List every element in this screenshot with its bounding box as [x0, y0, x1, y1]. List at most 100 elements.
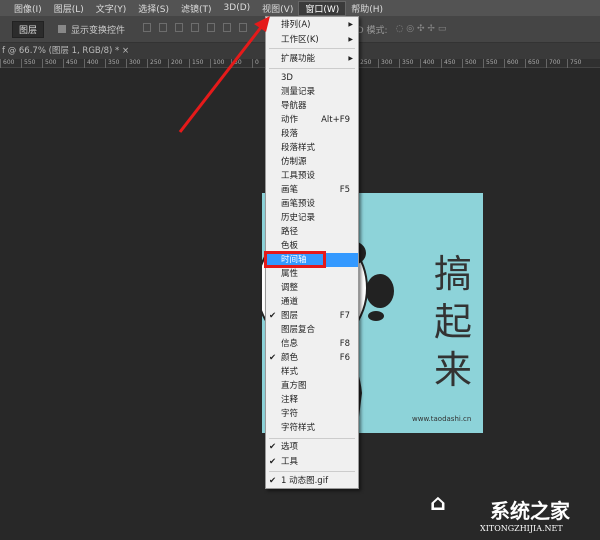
ruler-tick: 0 [252, 59, 259, 68]
menu-item[interactable]: ✔ 选项 [266, 440, 358, 454]
check-icon: ✔ [269, 311, 277, 321]
ruler-tick: 100 [210, 59, 224, 68]
menu-item[interactable]: 工具预设 [266, 169, 358, 183]
highlight-annotation-box [264, 251, 326, 268]
submenu-arrow-icon: ▶ [348, 21, 353, 28]
menu-item-label: 色板 [281, 241, 299, 251]
menu-item[interactable]: 3D [266, 71, 358, 85]
watermark-en: XITONGZHIJIA.NET [480, 524, 563, 533]
menu-item[interactable]: 扩展功能 ▶ [266, 52, 358, 66]
menu-item[interactable]: 测量记录 [266, 85, 358, 99]
ruler-tick: 300 [126, 59, 140, 68]
menu-4[interactable]: 滤镜(T) [175, 2, 218, 15]
menu-item[interactable]: 调整 [266, 281, 358, 295]
menu-item[interactable]: 字符样式 [266, 421, 358, 435]
ruler-tick: 500 [462, 59, 476, 68]
menu-0[interactable]: 图像(I) [8, 2, 48, 15]
menu-item-label: 历史记录 [281, 213, 316, 223]
menu-bar: 图像(I) 图层(L) 文字(Y) 选择(S) 滤镜(T) 3D(D) 视图(V) 窗口(W)… [0, 0, 600, 16]
menu-item-label: 图层复合 [281, 325, 316, 335]
ruler-tick: 450 [441, 59, 455, 68]
menu-item[interactable]: 字符 [266, 407, 358, 421]
ruler-tick: 600 [504, 59, 518, 68]
menu-item-label: 动作 [281, 115, 299, 125]
ruler-tick: 300 [378, 59, 392, 68]
ruler-tick: 350 [399, 59, 413, 68]
watermark: ⌂ 系统之家 XITONGZHIJIA.NET [430, 491, 570, 533]
3d-mode-icons[interactable]: ◌ ◎ ✣ ✢ ▭ [396, 24, 447, 34]
canvas-char: 起 [434, 300, 473, 344]
menu-item[interactable]: 段落 [266, 127, 358, 141]
menu-item[interactable]: ✔ 工具 [266, 455, 358, 469]
menu-item[interactable]: 样式 [266, 365, 358, 379]
menu-item[interactable]: ✔ 图层 F7 [266, 309, 358, 323]
ruler-tick: 200 [168, 59, 182, 68]
ruler-tick: 250 [357, 59, 371, 68]
ruler-tick: 550 [483, 59, 497, 68]
menu-item[interactable]: 注释 [266, 393, 358, 407]
ruler-tick: 250 [147, 59, 161, 68]
ruler-tick: 400 [84, 59, 98, 68]
canvas-url: www.taodashi.cn [412, 415, 472, 423]
shortcut-label: F6 [339, 353, 350, 363]
menu-item[interactable]: 信息 F8 [266, 337, 358, 351]
menu-item-label: 扩展功能 [281, 54, 316, 64]
menu-item[interactable]: 路径 [266, 225, 358, 239]
ruler-tick: 650 [525, 59, 539, 68]
menu-item[interactable]: 通道 [266, 295, 358, 309]
menu-item-label: 画笔预设 [281, 199, 316, 209]
menu-item[interactable]: ✔ 颜色 F6 [266, 351, 358, 365]
menu-item[interactable]: 直方图 [266, 379, 358, 393]
menu-1[interactable]: 图层(L) [48, 2, 90, 15]
canvas-char: 搞 [434, 252, 473, 296]
menu-item[interactable]: 工作区(K) ▶ [266, 33, 358, 47]
menu-item[interactable]: 动作 Alt+F9 [266, 113, 358, 127]
menu-item-label: 导航器 [281, 101, 307, 111]
layer-select[interactable]: 图层 [12, 20, 45, 38]
menu-item[interactable]: 历史记录 [266, 211, 358, 225]
show-transform-checkbox[interactable] [58, 25, 67, 33]
shortcut-label: Alt+F9 [321, 115, 350, 125]
menu-item-label: 工具预设 [281, 171, 316, 181]
shortcut-label: F7 [339, 311, 350, 321]
menu-item-label: 属性 [281, 269, 299, 279]
ruler-tick: 600 [0, 59, 14, 68]
menu-3[interactable]: 选择(S) [132, 2, 175, 15]
menu-item-label: 仿制源 [281, 157, 307, 167]
menu-item-label: 图层 [281, 311, 299, 321]
menu-item[interactable]: 排列(A) ▶ [266, 18, 358, 32]
menu-item[interactable]: 仿制源 [266, 155, 358, 169]
close-tab-icon[interactable]: × [122, 46, 129, 56]
align-tools[interactable] [139, 23, 251, 35]
menu-item[interactable]: 导航器 [266, 99, 358, 113]
menu-separator [269, 68, 355, 69]
menu-item-label: 注释 [281, 395, 299, 405]
menu-item[interactable]: ✔ 1 动态图.gif [266, 474, 358, 488]
menu-item[interactable]: 属性 [266, 267, 358, 281]
ruler-tick: 150 [189, 59, 203, 68]
ruler-tick: 550 [21, 59, 35, 68]
menu-separator [269, 438, 355, 439]
menu-6[interactable]: 视图(V) [256, 2, 299, 15]
menu-5[interactable]: 3D(D) [218, 3, 257, 13]
menu-item[interactable]: 段落样式 [266, 141, 358, 155]
submenu-arrow-icon: ▶ [348, 55, 353, 62]
menu-item-label: 信息 [281, 339, 299, 349]
menu-item[interactable]: 画笔预设 [266, 197, 358, 211]
menu-separator [269, 471, 355, 472]
ruler-tick: 350 [105, 59, 119, 68]
shortcut-label: F8 [339, 339, 350, 349]
menu-item[interactable]: 画笔 F5 [266, 183, 358, 197]
menu-item-label: 样式 [281, 367, 299, 377]
menu-7[interactable]: 窗口(W) [298, 0, 347, 16]
menu-8[interactable]: 帮助(H) [345, 2, 389, 15]
watermark-cn: 系统之家 [490, 499, 570, 523]
menu-2[interactable]: 文字(Y) [90, 2, 133, 15]
menu-item-label: 段落 [281, 129, 299, 139]
menu-item[interactable]: 图层复合 [266, 323, 358, 337]
ruler-tick: 750 [567, 59, 581, 68]
menu-item-label: 颜色 [281, 353, 299, 363]
menu-item-label: 1 动态图.gif [281, 476, 329, 486]
canvas-char: 来 [434, 348, 473, 392]
menu-item-label: 工具 [281, 457, 299, 467]
